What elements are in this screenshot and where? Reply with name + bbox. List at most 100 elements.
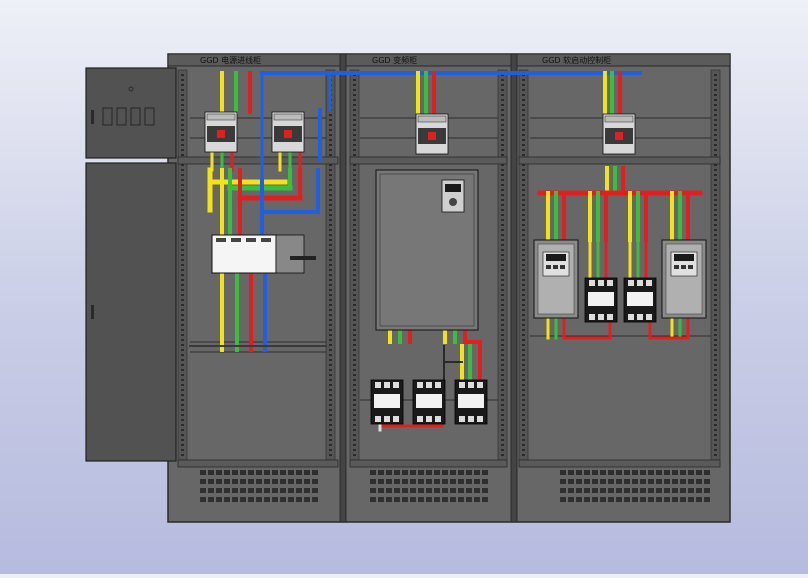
breaker-terminals — [417, 115, 447, 123]
cabinet-door-lower[interactable] — [85, 162, 177, 462]
vent-slot — [624, 479, 630, 484]
vent-slot — [656, 488, 662, 493]
vent-slot — [296, 479, 302, 484]
vent-slot — [696, 479, 702, 484]
rail-hole — [501, 214, 504, 216]
rail-hole — [181, 99, 184, 101]
vent-slot — [240, 479, 246, 484]
rail-hole — [329, 334, 332, 336]
rail-hole — [329, 379, 332, 381]
rail-hole — [181, 74, 184, 76]
rail-hole — [714, 294, 717, 296]
rail-hole — [181, 279, 184, 281]
soft-starter-key — [546, 265, 551, 269]
rail-hole — [714, 254, 717, 256]
soft-starter-2-icon — [661, 239, 707, 319]
rail-hole — [353, 389, 356, 391]
rail-hole — [353, 119, 356, 121]
vent-slot — [466, 470, 472, 475]
rail-hole — [522, 219, 525, 221]
rail-hole — [714, 409, 717, 411]
rail-hole — [353, 219, 356, 221]
rail-hole — [501, 424, 504, 426]
vent-slot — [394, 488, 400, 493]
rail-hole — [329, 204, 332, 206]
rail-hole — [501, 194, 504, 196]
rail-hole — [181, 229, 184, 231]
vent-slot — [608, 488, 614, 493]
rail-hole — [714, 334, 717, 336]
contactor-terminal — [375, 416, 381, 422]
rail-hole — [522, 344, 525, 346]
vent-slot — [378, 497, 384, 502]
contactor-terminal — [598, 280, 604, 286]
vent-slot — [576, 470, 582, 475]
rail-hole — [329, 144, 332, 146]
cabinet-door-upper[interactable] — [85, 67, 177, 159]
rail-hole — [714, 279, 717, 281]
rail-hole — [501, 264, 504, 266]
rail-hole — [501, 259, 504, 261]
rail-hole — [714, 344, 717, 346]
rail-hole — [329, 134, 332, 136]
rail-hole — [181, 284, 184, 286]
vent-slot — [450, 488, 456, 493]
rail-hole — [329, 344, 332, 346]
rail-hole — [181, 124, 184, 126]
contactor-terminal — [646, 314, 652, 320]
vent-slot — [288, 488, 294, 493]
rail-hole — [353, 419, 356, 421]
vent-slot — [200, 479, 206, 484]
rail-hole — [329, 409, 332, 411]
vent-slot — [296, 470, 302, 475]
rail-hole — [501, 349, 504, 351]
rail-hole — [522, 374, 525, 376]
rail-hole — [714, 154, 717, 156]
rail-hole — [181, 184, 184, 186]
vent-slot — [696, 497, 702, 502]
vent-slot — [402, 479, 408, 484]
soft-starter-key — [674, 265, 679, 269]
vent-slot — [632, 488, 638, 493]
section-title-incoming: GGD 电源进线柜 — [200, 55, 261, 65]
rail-hole — [181, 389, 184, 391]
rail-hole — [353, 99, 356, 101]
rail-hole — [329, 189, 332, 191]
rail-hole — [329, 269, 332, 271]
rail-hole — [181, 114, 184, 116]
rail-hole — [501, 89, 504, 91]
vent-slot — [568, 497, 574, 502]
contactor-terminal — [589, 314, 595, 320]
soft-starter-display — [674, 254, 694, 261]
rail-hole — [714, 314, 717, 316]
rail-hole — [353, 384, 356, 386]
rail-hole — [714, 309, 717, 311]
vent-slot — [280, 470, 286, 475]
vent-slot — [592, 488, 598, 493]
vent-slot — [688, 479, 694, 484]
rail-hole — [714, 444, 717, 446]
rail-hole — [353, 444, 356, 446]
rail-hole — [522, 424, 525, 426]
vent-slot — [688, 497, 694, 502]
rail-hole — [181, 354, 184, 356]
rail-hole — [353, 344, 356, 346]
shelf — [518, 459, 721, 468]
rail-hole — [353, 179, 356, 181]
vent-slot — [402, 488, 408, 493]
rail-hole — [329, 229, 332, 231]
rail-hole — [714, 134, 717, 136]
vent-slot — [216, 497, 222, 502]
rail-hole — [329, 214, 332, 216]
rail-hole — [181, 244, 184, 246]
rail-hole — [522, 414, 525, 416]
rail-hole — [501, 314, 504, 316]
contactor-terminal — [417, 416, 423, 422]
vent-slot — [224, 497, 230, 502]
vent-slot — [640, 488, 646, 493]
vent-slot — [434, 488, 440, 493]
rail-hole — [714, 384, 717, 386]
vent-slot — [410, 497, 416, 502]
rail-hole — [522, 389, 525, 391]
door-handle-icon — [91, 305, 94, 319]
